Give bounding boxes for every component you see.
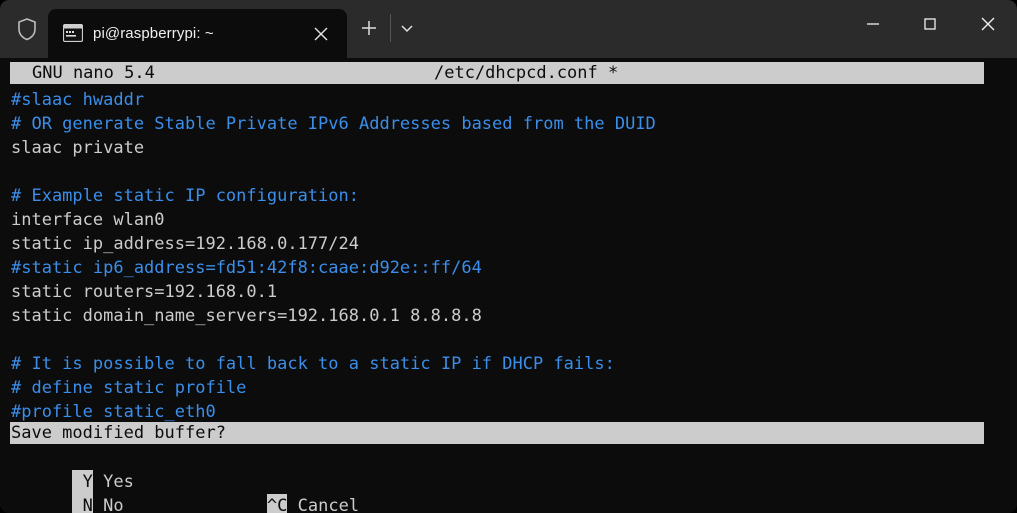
new-tab-button[interactable]: [353, 12, 385, 44]
buffer-line: #profile static_eth0: [11, 402, 216, 422]
tab-close-icon[interactable]: [309, 22, 333, 46]
chevron-down-icon[interactable]: [391, 12, 423, 44]
label-no[interactable]: No: [93, 496, 123, 513]
shortcut-spacer: [124, 496, 267, 513]
buffer-line: slaac private: [11, 138, 145, 158]
window-titlebar: pi@raspberrypi: ~: [0, 0, 1017, 58]
minimize-button[interactable]: [850, 0, 896, 47]
buffer-line: # It is possible to fall back to a stati…: [11, 354, 615, 374]
save-prompt-question: Save modified buffer?: [11, 423, 226, 443]
key-ctrl-c[interactable]: ^C: [266, 494, 288, 513]
buffer-line: interface wlan0: [11, 210, 165, 230]
tab-title: pi@raspberrypi: ~: [93, 25, 214, 42]
shortcut-row-no: N No ^C Cancel: [11, 470, 359, 513]
buffer-line: static routers=192.168.0.1: [11, 282, 278, 302]
maximize-button[interactable]: [907, 0, 953, 47]
shortcut-row-yes: Y Yes: [11, 446, 134, 494]
nano-filename-label: /etc/dhcpcd.conf *: [434, 63, 619, 83]
terminal-window: pi@raspberrypi: ~ GNU nano 5.4 /etc/dhcp…: [0, 0, 1017, 513]
tab-pi-raspberrypi[interactable]: pi@raspberrypi: ~: [48, 9, 347, 58]
buffer-line: # Example static IP configuration:: [11, 186, 359, 206]
nano-prompt-bar: Save modified buffer?: [10, 422, 984, 444]
key-n[interactable]: N: [72, 494, 93, 513]
terminal-viewport[interactable]: GNU nano 5.4 /etc/dhcpcd.conf * #slaac h…: [0, 58, 1017, 513]
buffer-line: # OR generate Stable Private IPv6 Addres…: [11, 114, 656, 134]
buffer-line: #slaac hwaddr: [11, 90, 145, 110]
buffer-line: # define static profile: [11, 378, 247, 398]
buffer-line: static ip_address=192.168.0.177/24: [11, 234, 359, 254]
terminal-icon: [62, 23, 84, 43]
nano-title-bar: GNU nano 5.4 /etc/dhcpcd.conf *: [10, 62, 984, 84]
shield-icon[interactable]: [8, 10, 46, 48]
close-window-button[interactable]: [965, 0, 1011, 47]
buffer-line: #static ip6_address=fd51:42f8:caae:d92e:…: [11, 258, 482, 278]
label-cancel[interactable]: Cancel: [287, 496, 359, 513]
nano-version-label: GNU nano 5.4: [32, 63, 155, 83]
buffer-line: static domain_name_servers=192.168.0.1 8…: [11, 306, 482, 326]
